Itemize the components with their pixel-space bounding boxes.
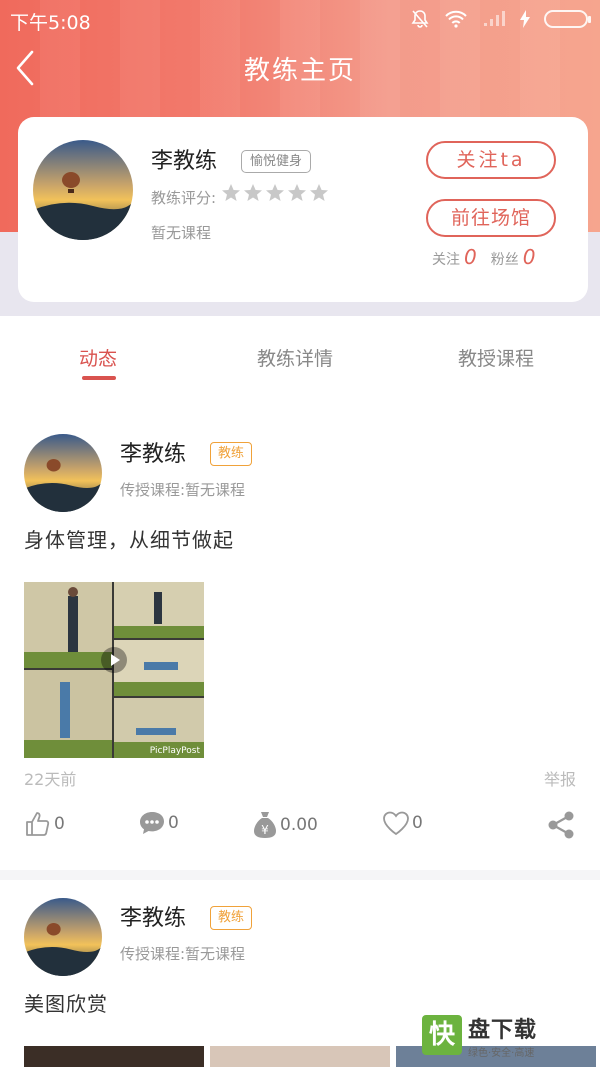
coach-badge: 教练	[210, 906, 253, 930]
signal-icon	[484, 11, 505, 26]
post-avatar[interactable]	[24, 434, 102, 512]
post-course-info: 传授课程:暂无课程	[120, 481, 246, 499]
comment-button[interactable]: 0	[138, 810, 179, 836]
post-text: 美图欣赏	[24, 992, 108, 1016]
star-icon	[266, 184, 284, 201]
tab-bar: 动态 教练详情 教授课程	[0, 316, 600, 396]
post-course-info: 传授课程:暂无课程	[120, 945, 246, 963]
favorite-count: 0	[412, 813, 423, 833]
report-button[interactable]: 举报	[544, 766, 576, 790]
follow-button[interactable]: 关注ta	[426, 141, 556, 179]
rating-label: 教练评分:	[151, 189, 217, 207]
svg-text:¥: ¥	[261, 823, 269, 837]
coach-badge: 教练	[210, 442, 253, 466]
star-icon	[244, 184, 262, 201]
like-button[interactable]: 0	[24, 810, 65, 838]
fans-count: 0	[522, 245, 536, 269]
post-time: 22天前	[24, 770, 77, 789]
page-title: 教练主页	[243, 56, 356, 86]
charging-icon	[520, 10, 530, 28]
coach-avatar[interactable]	[33, 140, 133, 240]
coach-name: 李教练	[151, 149, 218, 174]
post-author-name: 李教练	[120, 906, 187, 931]
play-icon	[101, 647, 127, 673]
follow-stats: 关注 0 粉丝 0	[432, 245, 535, 269]
tab-active-indicator	[82, 376, 116, 380]
media-watermark: PicPlayPost	[149, 746, 200, 756]
post-avatar[interactable]	[24, 898, 102, 976]
battery-icon	[544, 10, 591, 28]
money-bag-icon: ¥	[254, 812, 276, 838]
fans-stat[interactable]: 粉丝 0	[491, 245, 536, 269]
following-stat[interactable]: 关注 0	[432, 245, 477, 269]
post-text: 身体管理，从细节做起	[24, 528, 234, 552]
watermark-title: 盘下载	[468, 1017, 538, 1043]
post-image[interactable]	[24, 1046, 204, 1067]
status-bar: 下午5:08	[0, 0, 600, 40]
star-icon	[310, 184, 328, 201]
star-icon	[222, 184, 240, 201]
status-time: 下午5:08	[10, 12, 91, 34]
post-image[interactable]	[210, 1046, 390, 1067]
comment-count: 0	[168, 813, 179, 833]
thumbs-up-icon	[26, 812, 50, 836]
heart-icon	[383, 811, 409, 836]
watermark-logo: 快	[422, 1015, 462, 1055]
wifi-icon	[445, 10, 467, 28]
visit-venue-button[interactable]: 前往场馆	[426, 199, 556, 237]
share-button[interactable]	[546, 810, 576, 840]
tab-feed[interactable]: 动态	[79, 344, 117, 371]
post-actions: 0 0 ¥ 0.00 0	[0, 810, 600, 846]
mute-bell-icon	[411, 10, 429, 28]
post-video-thumbnail[interactable]: PicPlayPost	[24, 582, 204, 758]
tab-coach-details[interactable]: 教练详情	[257, 344, 333, 371]
feed-post: 李教练 教练 传授课程:暂无课程 身体管理，从细节做起 PicPlayPost …	[0, 396, 600, 870]
watermark-subtitle: 绿色·安全·高速	[468, 1047, 535, 1059]
following-count: 0	[464, 245, 477, 269]
share-icon	[548, 811, 574, 839]
star-icon	[288, 184, 306, 201]
reward-button[interactable]: ¥ 0.00	[252, 810, 318, 840]
following-label: 关注	[432, 252, 460, 268]
rating-stars	[221, 183, 329, 203]
site-watermark: 快 盘下载 绿色·安全·高速	[422, 1013, 594, 1059]
gym-badge: 愉悦健身	[241, 150, 312, 173]
comment-icon	[140, 812, 164, 834]
tab-courses[interactable]: 教授课程	[458, 344, 534, 371]
favorite-button[interactable]: 0	[382, 810, 423, 836]
post-author-name: 李教练	[120, 442, 187, 467]
reward-amount: 0.00	[280, 815, 318, 835]
coach-profile-card: 李教练 愉悦健身 教练评分: 暂无课程 关注ta 前往场馆 关注 0 粉丝 0	[18, 117, 588, 302]
fans-label: 粉丝	[490, 252, 519, 268]
course-status: 暂无课程	[151, 224, 212, 242]
like-count: 0	[54, 814, 65, 834]
